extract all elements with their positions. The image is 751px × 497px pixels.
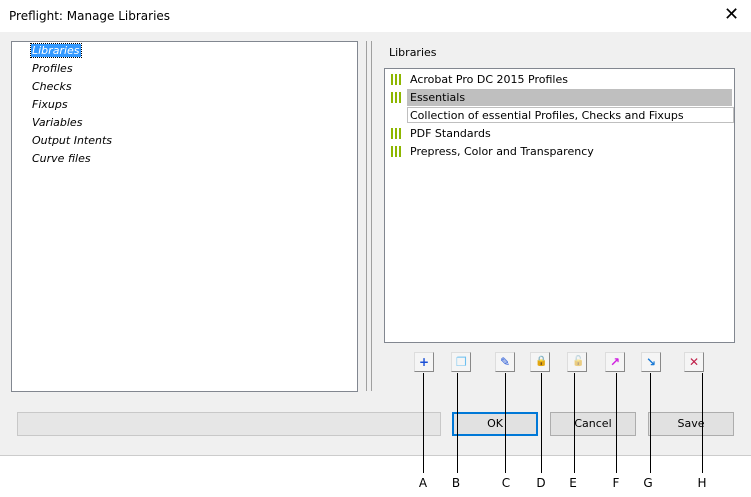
- callout-label: G: [643, 476, 653, 490]
- save-button[interactable]: Save: [648, 412, 734, 436]
- library-icon: [391, 92, 403, 103]
- splitter[interactable]: [366, 41, 367, 391]
- library-item[interactable]: PDF Standards: [389, 125, 732, 142]
- library-item[interactable]: Acrobat Pro DC 2015 Profiles: [389, 71, 732, 88]
- title-bar: Preflight: Manage Libraries ✕: [0, 0, 751, 32]
- callout-label: D: [536, 476, 546, 490]
- library-icon: [391, 128, 403, 139]
- tree-item-profiles[interactable]: Profiles: [31, 62, 74, 75]
- category-tree[interactable]: Libraries Profiles Checks Fixups Variabl…: [11, 41, 358, 392]
- callout-label: A: [418, 476, 428, 490]
- callout-line: [702, 373, 703, 473]
- duplicate-icon: ❐: [456, 355, 467, 369]
- library-icon: [391, 74, 403, 85]
- duplicate-button[interactable]: ❐: [451, 352, 471, 372]
- lock-icon: 🔒: [535, 356, 548, 367]
- callout-line: [541, 373, 542, 473]
- tree-item-variables[interactable]: Variables: [31, 116, 83, 129]
- callout-label: H: [697, 476, 707, 490]
- close-icon[interactable]: ✕: [724, 4, 739, 25]
- tree-item-libraries[interactable]: Libraries: [30, 43, 82, 58]
- export-button[interactable]: ↗: [605, 352, 625, 372]
- cancel-button[interactable]: Cancel: [550, 412, 636, 436]
- callout-line: [505, 373, 506, 473]
- library-list[interactable]: Acrobat Pro DC 2015 Profiles Essentials …: [384, 68, 735, 343]
- callout-label: C: [501, 476, 511, 490]
- callout-line: [616, 373, 617, 473]
- delete-button[interactable]: ✕: [684, 352, 704, 372]
- new-library-icon: +: [419, 355, 430, 369]
- library-name: Acrobat Pro DC 2015 Profiles: [410, 73, 568, 86]
- delete-icon: ✕: [689, 355, 700, 369]
- status-field: [17, 412, 441, 436]
- library-icon: [391, 146, 403, 157]
- edit-button[interactable]: ✎: [495, 352, 515, 372]
- library-name: PDF Standards: [410, 127, 491, 140]
- library-name: Essentials: [407, 89, 732, 106]
- callout-line: [423, 373, 424, 473]
- tree-item-checks[interactable]: Checks: [31, 80, 73, 93]
- unlock-icon: 🔓: [572, 356, 585, 367]
- tree-item-output-intents[interactable]: Output Intents: [31, 134, 113, 147]
- callout-line: [457, 373, 458, 473]
- window-title: Preflight: Manage Libraries: [9, 9, 171, 23]
- callout-line: [650, 373, 651, 473]
- library-description: Collection of essential Profiles, Checks…: [407, 107, 734, 123]
- unlock-button[interactable]: 🔓: [567, 352, 587, 372]
- ok-button[interactable]: OK: [452, 412, 538, 436]
- library-item[interactable]: Essentials: [389, 89, 732, 106]
- callout-line: [574, 373, 575, 473]
- tree-item-fixups[interactable]: Fixups: [31, 98, 69, 111]
- import-icon: ↘: [646, 355, 657, 369]
- callout-label: E: [569, 476, 577, 490]
- library-name: Prepress, Color and Transparency: [410, 145, 594, 158]
- new-library-button[interactable]: +: [414, 352, 434, 372]
- lock-button[interactable]: 🔒: [530, 352, 550, 372]
- callout-label: F: [612, 476, 620, 490]
- tree-item-curve-files[interactable]: Curve files: [31, 152, 92, 165]
- edit-icon: ✎: [500, 355, 511, 369]
- export-icon: ↗: [610, 355, 621, 369]
- dialog: Preflight: Manage Libraries ✕ Libraries …: [0, 0, 751, 456]
- libraries-label: Libraries: [389, 46, 437, 59]
- callout-label: B: [451, 476, 461, 490]
- library-item[interactable]: Prepress, Color and Transparency: [389, 143, 732, 160]
- splitter[interactable]: [371, 41, 372, 391]
- import-button[interactable]: ↘: [641, 352, 661, 372]
